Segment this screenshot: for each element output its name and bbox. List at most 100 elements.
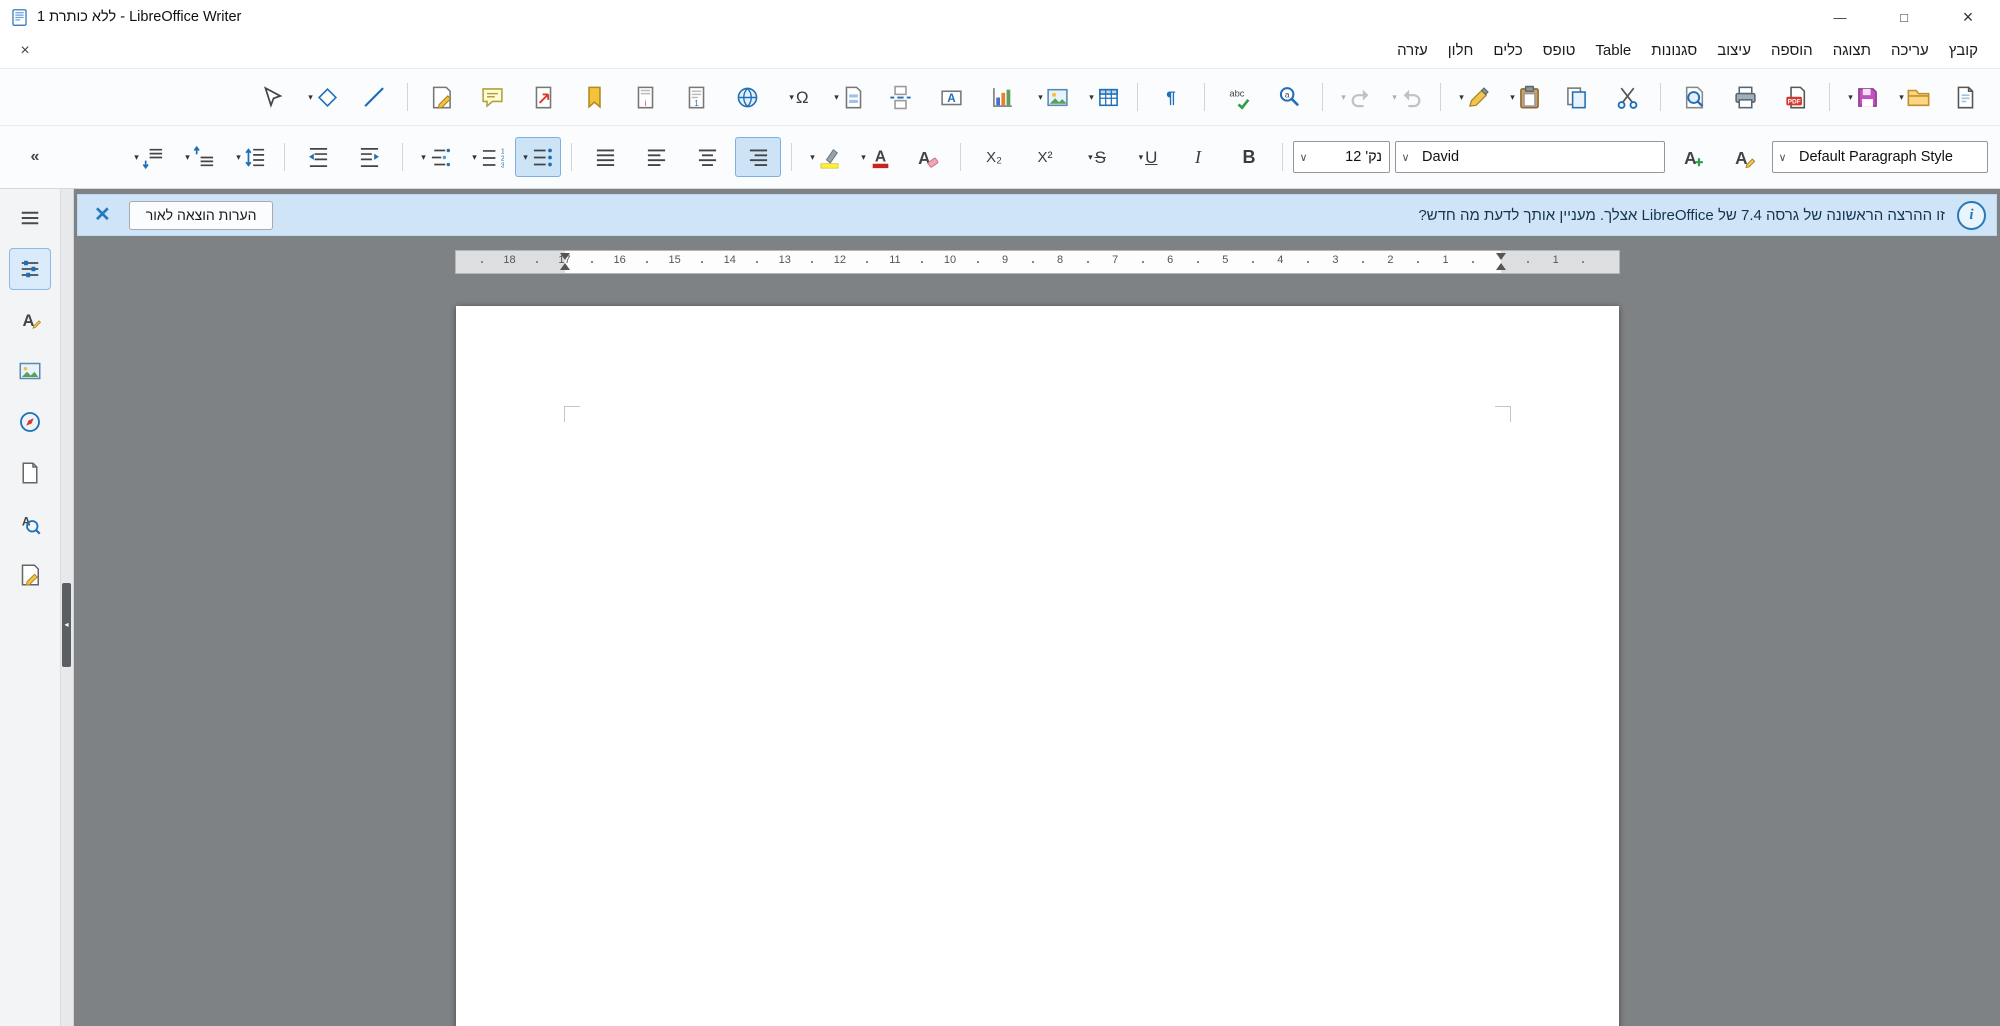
menu-table[interactable]: Table xyxy=(1585,35,1641,67)
ruler-indent-marker-right[interactable] xyxy=(1495,253,1507,271)
infobar-close-button[interactable]: ✕ xyxy=(88,205,117,225)
align-center-button[interactable] xyxy=(684,137,730,177)
font-name-combo-dropdown-icon[interactable]: ∨ xyxy=(1396,151,1415,164)
sidebar-splitter-handle[interactable]: ◂ xyxy=(62,583,71,667)
font-name-combo[interactable]: ∨ xyxy=(1395,141,1665,173)
clone-formatting-button-dropdown[interactable]: ▾ xyxy=(1457,92,1466,103)
line-spacing-button[interactable]: ▾ xyxy=(228,137,274,177)
sidebar-navigator-button[interactable] xyxy=(9,401,51,443)
menu-window[interactable]: חלון xyxy=(1438,35,1484,67)
decrease-indent-button[interactable] xyxy=(295,137,341,177)
insert-table-button[interactable]: ▾ xyxy=(1081,77,1127,117)
insert-line-button[interactable] xyxy=(351,77,397,117)
italic-button[interactable]: I xyxy=(1175,137,1221,177)
cut-button[interactable] xyxy=(1604,77,1650,117)
ruler-indent-marker-left[interactable] xyxy=(559,253,571,271)
horizontal-ruler[interactable]: 18 17 16 15 14 13 12 11 10 9 8 7 6 5 4 3 2 1 1 xyxy=(454,250,1620,274)
insert-page-break-button[interactable] xyxy=(877,77,923,117)
show-draw-functions-button[interactable] xyxy=(249,77,295,117)
superscript-button[interactable]: X² xyxy=(1022,137,1068,177)
sidebar-settings-button[interactable] xyxy=(9,197,51,239)
new-style-button[interactable]: A xyxy=(1670,137,1716,177)
highlight-color-button[interactable]: ▾ xyxy=(802,137,848,177)
insert-endnote-button[interactable]: i xyxy=(622,77,668,117)
sidebar-properties-button[interactable] xyxy=(9,248,51,290)
insert-special-character-button[interactable]: Ω ▾ xyxy=(775,77,821,117)
menu-insert[interactable]: הוספה xyxy=(1761,35,1823,67)
ordered-list-button-dropdown[interactable]: ▾ xyxy=(470,152,479,163)
sidebar-manage-changes-button[interactable] xyxy=(9,554,51,596)
menu-tools[interactable]: כלים xyxy=(1483,35,1532,67)
find-replace-button[interactable]: a xyxy=(1266,77,1312,117)
save-button-dropdown[interactable]: ▾ xyxy=(1846,92,1855,103)
minimize-button[interactable]: — xyxy=(1808,0,1872,34)
insert-image-button-dropdown[interactable]: ▾ xyxy=(1036,92,1045,103)
paragraph-style-combo-input[interactable] xyxy=(1792,149,1987,165)
align-left-button[interactable] xyxy=(633,137,679,177)
underline-button[interactable]: U ▾ xyxy=(1124,137,1170,177)
basic-shapes-button[interactable]: ▾ xyxy=(300,77,346,117)
paragraph-spacing-decrease-button-dropdown[interactable]: ▾ xyxy=(132,152,141,163)
ordered-list-button[interactable]: 123▾ xyxy=(464,137,510,177)
page[interactable] xyxy=(455,306,1619,1026)
track-changes-button[interactable] xyxy=(418,77,464,117)
redo-button[interactable]: ▾ xyxy=(1333,77,1379,117)
undo-button-dropdown[interactable]: ▾ xyxy=(1390,92,1399,103)
spelling-button[interactable]: abc xyxy=(1215,77,1261,117)
paragraph-spacing-decrease-button[interactable]: ▾ xyxy=(126,137,172,177)
print-button[interactable] xyxy=(1722,77,1768,117)
basic-shapes-button-dropdown[interactable]: ▾ xyxy=(306,92,315,103)
font-size-combo-input[interactable] xyxy=(1313,149,1389,165)
paragraph-spacing-increase-button-dropdown[interactable]: ▾ xyxy=(183,152,192,163)
insert-hyperlink-button[interactable] xyxy=(724,77,770,117)
highlight-color-button-dropdown[interactable]: ▾ xyxy=(808,152,817,163)
font-name-combo-input[interactable] xyxy=(1415,149,1664,165)
underline-button-dropdown[interactable]: ▾ xyxy=(1137,152,1146,163)
subscript-button[interactable]: X₂ xyxy=(971,137,1017,177)
align-right-button[interactable] xyxy=(735,137,781,177)
insert-footnote-button[interactable]: 1 xyxy=(673,77,719,117)
outline-format-button-dropdown[interactable]: ▾ xyxy=(419,152,428,163)
paste-button-dropdown[interactable]: ▾ xyxy=(1508,92,1517,103)
insert-chart-button[interactable] xyxy=(979,77,1025,117)
maximize-button[interactable]: □ xyxy=(1872,0,1936,34)
menu-help[interactable]: עזרה xyxy=(1387,35,1438,67)
paragraph-style-combo-dropdown-icon[interactable]: ∨ xyxy=(1773,151,1792,164)
new-document-button[interactable] xyxy=(1942,77,1988,117)
sidebar-gallery-button[interactable] xyxy=(9,350,51,392)
export-pdf-button[interactable]: PDF xyxy=(1773,77,1819,117)
menu-styles[interactable]: סגנונות xyxy=(1641,35,1707,67)
print-preview-button[interactable] xyxy=(1671,77,1717,117)
update-style-button[interactable]: A xyxy=(1721,137,1767,177)
undo-button[interactable]: ▾ xyxy=(1384,77,1430,117)
menu-edit[interactable]: עריכה xyxy=(1881,35,1939,67)
bold-button[interactable]: B xyxy=(1226,137,1272,177)
clone-formatting-button[interactable]: ▾ xyxy=(1451,77,1497,117)
line-spacing-button-dropdown[interactable]: ▾ xyxy=(234,152,243,163)
font-size-combo[interactable]: ∨ xyxy=(1293,141,1390,173)
increase-indent-button[interactable] xyxy=(346,137,392,177)
sidebar-styles-button[interactable]: A xyxy=(9,299,51,341)
insert-field-button-dropdown[interactable]: ▾ xyxy=(832,92,841,103)
sidebar-splitter[interactable]: ◂ xyxy=(61,189,74,1026)
paragraph-spacing-increase-button[interactable]: ▾ xyxy=(177,137,223,177)
menu-format[interactable]: עיצוב xyxy=(1707,35,1761,67)
font-color-button[interactable]: A ▾ xyxy=(853,137,899,177)
toolbar-overflow-button[interactable]: » xyxy=(12,137,58,177)
justify-button[interactable] xyxy=(582,137,628,177)
copy-button[interactable] xyxy=(1553,77,1599,117)
sidebar-style-inspector-button[interactable]: A xyxy=(9,503,51,545)
sidebar-page-button[interactable] xyxy=(9,452,51,494)
menu-file[interactable]: קובץ xyxy=(1939,35,1988,67)
font-color-button-dropdown[interactable]: ▾ xyxy=(859,152,868,163)
unordered-list-button[interactable]: ▾ xyxy=(515,137,561,177)
outline-format-button[interactable]: ▾ xyxy=(413,137,459,177)
formatting-marks-button[interactable]: ¶ xyxy=(1148,77,1194,117)
insert-field-button[interactable]: ▾ xyxy=(826,77,872,117)
redo-button-dropdown[interactable]: ▾ xyxy=(1339,92,1348,103)
paste-button[interactable]: ▾ xyxy=(1502,77,1548,117)
insert-image-button[interactable]: ▾ xyxy=(1030,77,1076,117)
insert-textbox-button[interactable]: A xyxy=(928,77,974,117)
strikethrough-button-dropdown[interactable]: ▾ xyxy=(1086,152,1095,163)
insert-cross-reference-button[interactable] xyxy=(520,77,566,117)
